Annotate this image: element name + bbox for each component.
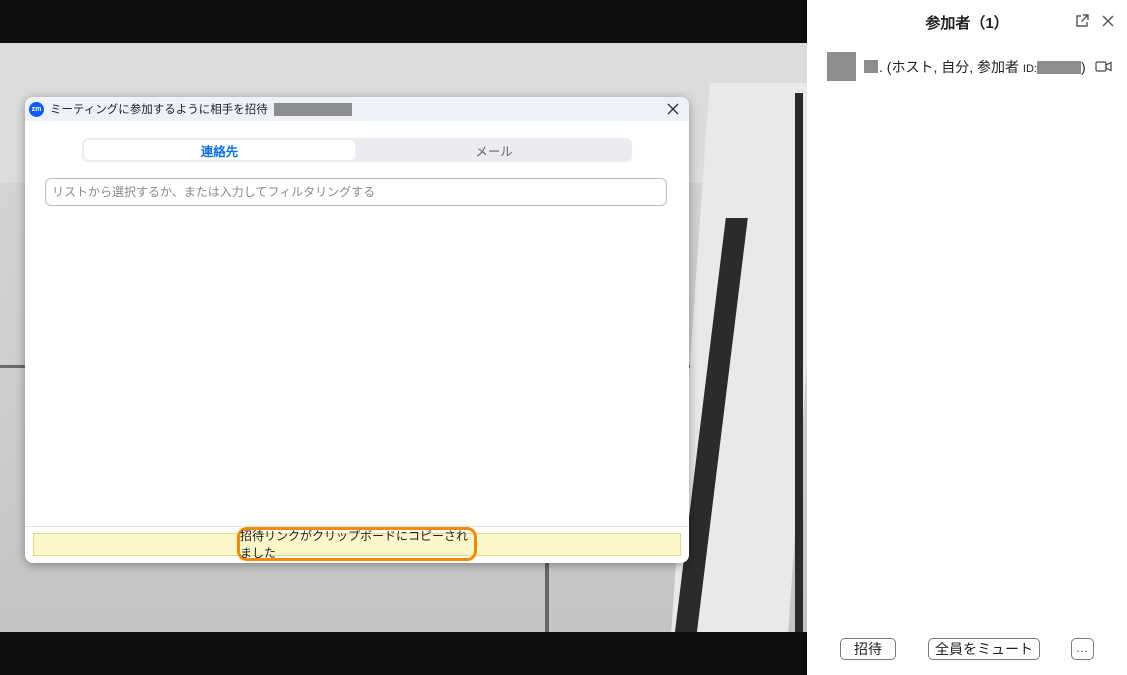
panel-title: 参加者（1） <box>925 15 1009 32</box>
participant-label: . (ホスト, 自分, 参加者 ID:) <box>879 57 1086 77</box>
tab-email[interactable]: メール <box>358 140 630 160</box>
tab-bar: 連絡先 メール <box>82 138 632 162</box>
participants-panel: 参加者（1） . (ホスト, 自分, 参加者 ID:) 招待 全員をミュート .… <box>807 0 1127 675</box>
close-icon[interactable] <box>1100 13 1116 29</box>
redacted-participant-name <box>864 60 878 73</box>
clipboard-notice-text: 招待リンクがクリップボードにコピーされました <box>237 527 477 561</box>
participant-role-text: . (ホスト, 自分, 参加者 <box>879 59 1019 75</box>
popout-icon[interactable] <box>1074 13 1090 29</box>
door-edge-shape <box>795 93 803 632</box>
panel-header: 参加者（1） <box>807 0 1127 42</box>
dialog-title: ミーティングに参加するように相手を招待 <box>50 104 268 116</box>
video-camera-icon[interactable] <box>1095 60 1112 73</box>
redacted-meeting-id <box>273 102 352 116</box>
avatar <box>827 52 856 81</box>
participant-id-label: ID: <box>1022 63 1037 75</box>
participant-row[interactable]: . (ホスト, 自分, 参加者 ID:) <box>807 50 1127 84</box>
close-icon[interactable] <box>664 100 682 118</box>
mute-all-button[interactable]: 全員をミュート <box>928 638 1040 660</box>
tab-contacts[interactable]: 連絡先 <box>84 140 355 160</box>
more-options-button[interactable]: ... <box>1071 638 1094 660</box>
video-area: zm ミーティングに参加するように相手を招待 連絡先 メール 招待リンクがクリッ… <box>0 0 807 675</box>
redacted-participant-id <box>1036 61 1081 74</box>
invite-button[interactable]: 招待 <box>840 638 896 660</box>
filter-input[interactable] <box>45 178 667 206</box>
zoom-logo-icon: zm <box>29 101 44 117</box>
participant-label-suffix: ) <box>1080 59 1086 75</box>
cabinet-line-shape <box>545 563 549 632</box>
invite-dialog: zm ミーティングに参加するように相手を招待 連絡先 メール 招待リンクがクリッ… <box>25 97 689 563</box>
dialog-titlebar: zm ミーティングに参加するように相手を招待 <box>25 97 689 121</box>
